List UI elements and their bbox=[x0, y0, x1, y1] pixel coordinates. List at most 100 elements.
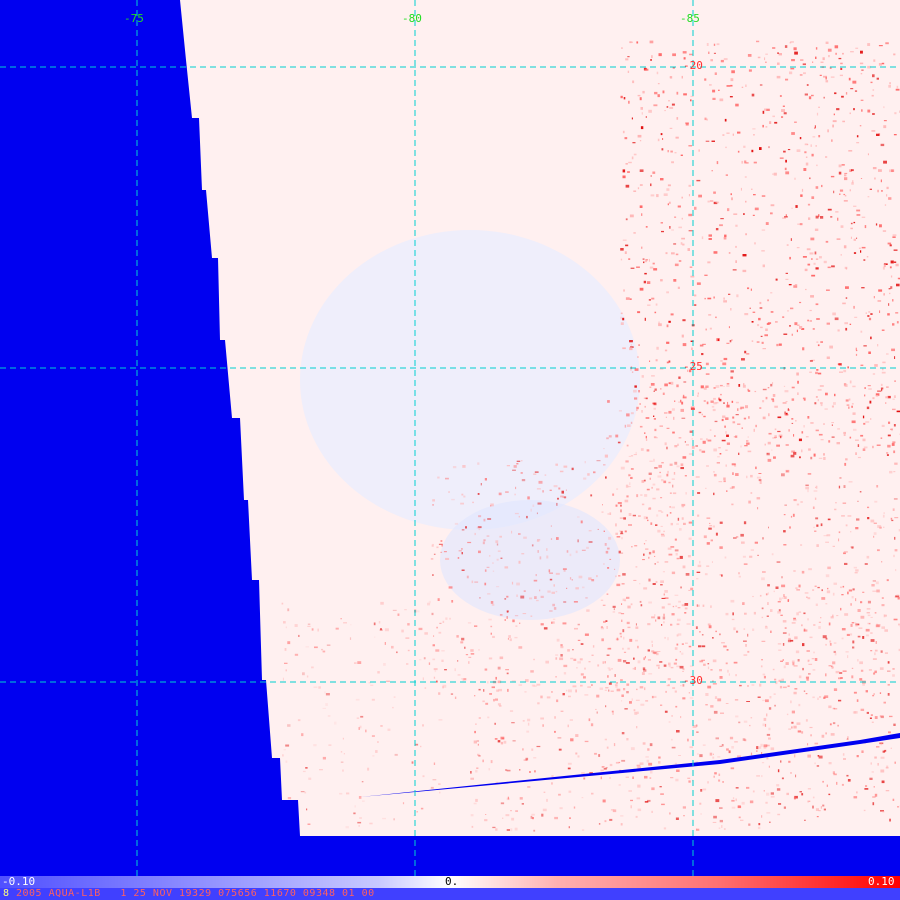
speckle-pixel bbox=[350, 624, 352, 626]
speckle-pixel bbox=[663, 827, 667, 830]
speckle-pixel bbox=[631, 156, 634, 160]
speckle-pixel bbox=[622, 573, 626, 576]
speckle-pixel bbox=[707, 200, 710, 203]
speckle-pixel bbox=[664, 412, 668, 414]
speckle-pixel bbox=[610, 690, 614, 692]
speckle-pixel bbox=[669, 76, 672, 79]
speckle-pixel bbox=[634, 368, 639, 371]
speckle-pixel bbox=[464, 646, 466, 649]
speckle-pixel bbox=[741, 358, 745, 361]
speckle-pixel bbox=[387, 728, 391, 731]
speckle-pixel bbox=[433, 553, 436, 555]
speckle-pixel bbox=[676, 523, 679, 525]
speckle-pixel bbox=[677, 607, 681, 609]
speckle-pixel bbox=[889, 470, 893, 474]
speckle-pixel bbox=[822, 804, 825, 807]
speckle-pixel bbox=[861, 69, 864, 71]
speckle-pixel bbox=[832, 614, 834, 617]
latitude-label: -20 bbox=[683, 59, 703, 72]
speckle-pixel bbox=[475, 723, 477, 725]
speckle-pixel bbox=[832, 661, 836, 665]
speckle-pixel bbox=[876, 133, 880, 136]
speckle-pixel bbox=[741, 541, 745, 544]
speckle-pixel bbox=[461, 569, 465, 571]
speckle-pixel bbox=[859, 491, 862, 493]
speckle-pixel bbox=[530, 615, 533, 617]
speckle-pixel bbox=[749, 307, 751, 309]
speckle-pixel bbox=[668, 664, 671, 668]
speckle-pixel bbox=[791, 132, 795, 135]
speckle-pixel bbox=[702, 440, 706, 444]
speckle-pixel bbox=[825, 392, 828, 396]
speckle-pixel bbox=[815, 486, 817, 488]
speckle-pixel bbox=[671, 613, 675, 616]
speckle-pixel bbox=[885, 42, 889, 45]
speckle-pixel bbox=[685, 492, 687, 495]
speckle-pixel bbox=[674, 152, 677, 154]
speckle-pixel bbox=[814, 127, 816, 129]
speckle-pixel bbox=[776, 444, 780, 447]
speckle-pixel bbox=[445, 477, 449, 480]
speckle-pixel bbox=[340, 618, 342, 620]
speckle-pixel bbox=[440, 551, 443, 553]
speckle-pixel bbox=[674, 762, 677, 765]
speckle-pixel bbox=[847, 779, 851, 782]
speckle-pixel bbox=[723, 480, 726, 483]
speckle-pixel bbox=[644, 260, 648, 263]
speckle-pixel bbox=[661, 462, 664, 464]
speckle-pixel bbox=[628, 524, 632, 526]
speckle-pixel bbox=[676, 769, 680, 772]
speckle-pixel bbox=[669, 512, 672, 514]
speckle-pixel bbox=[725, 464, 727, 467]
speckle-pixel bbox=[604, 661, 606, 664]
speckle-pixel bbox=[659, 471, 661, 474]
speckle-pixel bbox=[845, 286, 849, 289]
speckle-pixel bbox=[683, 93, 687, 96]
speckle-pixel bbox=[682, 806, 686, 809]
speckle-pixel bbox=[422, 775, 425, 778]
speckle-pixel bbox=[625, 244, 629, 247]
speckle-pixel bbox=[793, 691, 797, 695]
speckle-pixel bbox=[846, 774, 849, 777]
speckle-pixel bbox=[705, 693, 709, 696]
speckle-pixel bbox=[598, 754, 601, 757]
speckle-pixel bbox=[863, 345, 867, 347]
speckle-pixel bbox=[770, 630, 772, 633]
speckle-pixel bbox=[596, 575, 598, 578]
speckle-pixel bbox=[499, 656, 504, 660]
speckle-pixel bbox=[824, 408, 828, 410]
speckle-pixel bbox=[848, 406, 850, 409]
speckle-pixel bbox=[782, 105, 785, 107]
speckle-pixel bbox=[894, 517, 899, 519]
speckle-pixel bbox=[483, 539, 486, 542]
speckle-pixel bbox=[690, 275, 695, 278]
speckle-pixel bbox=[877, 344, 879, 347]
speckle-pixel bbox=[518, 533, 521, 535]
speckle-pixel bbox=[628, 100, 630, 104]
speckle-pixel bbox=[805, 162, 809, 166]
speckle-pixel bbox=[573, 806, 576, 809]
speckle-pixel bbox=[701, 645, 706, 648]
speckle-pixel bbox=[629, 482, 631, 486]
speckle-pixel bbox=[569, 553, 572, 557]
speckle-pixel bbox=[767, 458, 772, 462]
speckle-pixel bbox=[433, 635, 435, 637]
speckle-pixel bbox=[885, 767, 889, 769]
latitude-label: -25 bbox=[683, 360, 703, 373]
speckle-pixel bbox=[858, 627, 863, 629]
speckle-pixel bbox=[752, 128, 756, 130]
speckle-pixel bbox=[660, 511, 664, 513]
speckle-pixel bbox=[773, 590, 775, 593]
speckle-pixel bbox=[833, 113, 835, 116]
speckle-pixel bbox=[752, 790, 755, 793]
speckle-pixel bbox=[668, 481, 671, 484]
speckle-pixel bbox=[606, 626, 608, 629]
speckle-pixel bbox=[720, 712, 724, 714]
speckle-pixel bbox=[650, 175, 652, 177]
speckle-pixel bbox=[284, 662, 288, 664]
speckle-pixel bbox=[810, 144, 812, 147]
speckle-pixel bbox=[791, 398, 795, 401]
speckle-pixel bbox=[877, 300, 882, 302]
speckle-pixel bbox=[880, 743, 882, 746]
speckle-pixel bbox=[569, 577, 572, 580]
